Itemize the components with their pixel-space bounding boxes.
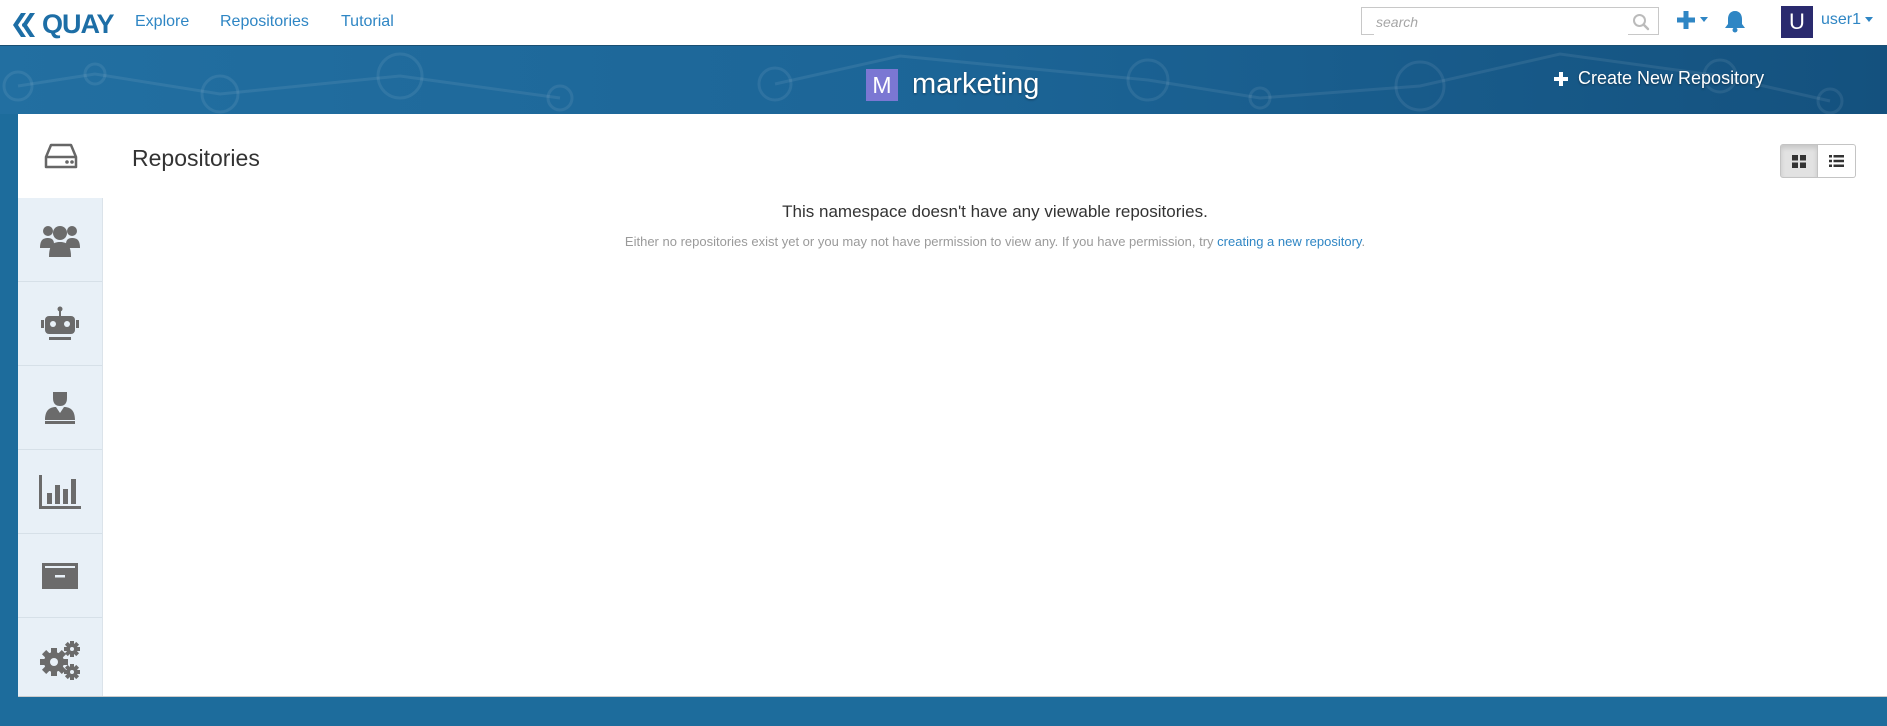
hdd-icon [44,143,77,168]
quay-logo[interactable]: QUAY [12,9,115,40]
nav-tutorial[interactable]: Tutorial [341,13,394,31]
top-navbar: QUAY Explore Repositories Tutorial U use… [0,0,1887,46]
tab-robot-accounts[interactable] [18,282,102,366]
robot-icon [41,306,79,340]
search-box [1361,7,1659,35]
user-avatar[interactable]: U [1781,6,1813,38]
caret-down-icon [1865,17,1874,22]
user-menu[interactable]: user1 [1821,11,1874,29]
namespace-title: M marketing [866,68,1039,101]
search-input[interactable] [1374,9,1628,35]
user-admin-icon [45,391,75,424]
plus-icon [1677,11,1695,29]
tab-usage-logs[interactable] [18,450,102,534]
logo-text: QUAY [42,9,115,39]
empty-state-title: This namespace doesn't have any viewable… [782,202,1208,221]
nav-explore[interactable]: Explore [135,13,189,31]
quay-logo-icon [13,12,35,37]
tab-repositories[interactable] [18,114,103,198]
empty-state-text: Either no repositories exist yet or you … [624,234,1218,249]
namespace-banner: M marketing Create New Repository [0,46,1887,114]
list-view-button[interactable] [1818,144,1856,178]
view-toggle [1780,144,1856,178]
grid-view-button[interactable] [1780,144,1818,178]
search-icon[interactable] [1632,13,1650,36]
empty-state-message: Either no repositories exist yet or you … [103,234,1887,249]
archive-icon [42,562,78,589]
create-menu-button[interactable] [1676,10,1708,30]
bar-chart-icon [39,474,81,509]
plus-icon [1554,71,1568,86]
list-icon [1829,155,1844,167]
tab-billing[interactable] [18,534,102,618]
caret-down-icon [1700,17,1708,22]
namespace-name: marketing [912,68,1040,100]
tab-teams[interactable] [18,198,102,282]
users-icon [40,225,80,257]
namespace-avatar: M [866,68,898,101]
username: user1 [1821,11,1862,28]
notifications-bell-icon[interactable] [1724,9,1746,38]
page-title: Repositories [132,145,260,171]
namespace-sidebar [18,114,103,696]
empty-state-text-end: . [1361,234,1366,249]
nav-repositories[interactable]: Repositories [220,13,309,31]
tab-settings[interactable] [18,618,102,702]
create-repository-link[interactable]: creating a new repository [1217,234,1361,249]
grid-icon [1792,154,1806,168]
create-repo-label: Create New Repository [1578,68,1765,88]
repositories-content: Repositories This namespace doesn't have… [103,114,1887,696]
main-panel: Repositories This namespace doesn't have… [18,114,1887,697]
tab-default-permissions[interactable] [18,366,102,450]
create-new-repository-button[interactable]: Create New Repository [1554,68,1764,89]
gears-icon [40,641,80,680]
